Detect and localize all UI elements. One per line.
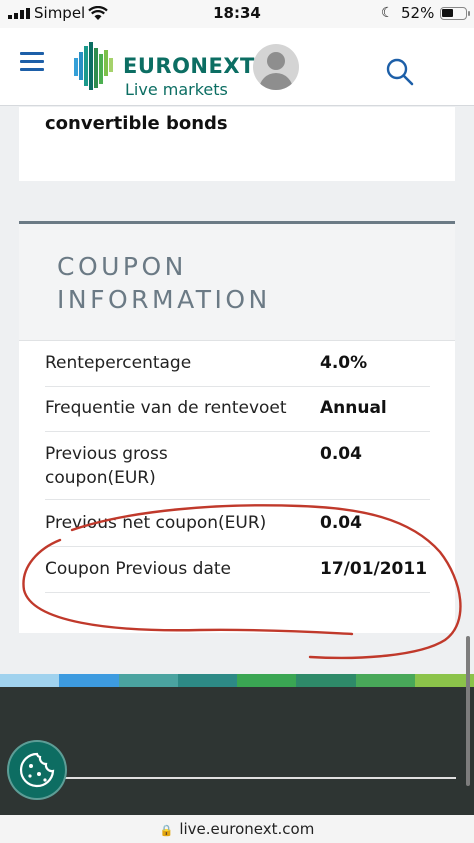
table-row: Previous net coupon(EUR) 0.04 xyxy=(45,511,430,547)
table-row: Rentepercentage 4.0% xyxy=(45,351,430,387)
section-text: convertible bonds xyxy=(45,113,228,134)
lock-icon: 🔒 xyxy=(159,824,174,837)
battery-percent: 52% xyxy=(401,4,435,22)
scrollbar[interactable] xyxy=(466,636,470,786)
divider xyxy=(62,777,456,779)
stripe-segment xyxy=(177,674,237,687)
battery-icon xyxy=(440,7,470,20)
cookie-icon[interactable] xyxy=(7,740,67,800)
card-header: COUPON INFORMATION xyxy=(19,224,455,341)
row-value: 4.0% xyxy=(320,353,368,373)
card-title: COUPON INFORMATION xyxy=(57,252,271,314)
stripe-segment xyxy=(296,674,356,687)
footer xyxy=(0,687,474,815)
browser-url-bar[interactable]: 🔒 live.euronext.com xyxy=(0,815,474,843)
row-value: 0.04 xyxy=(320,513,362,533)
status-bar: Simpel 18:34 ☾ 52% xyxy=(0,0,474,28)
search-icon[interactable] xyxy=(386,58,414,86)
stripe-segment xyxy=(118,674,178,687)
table-row: Frequentie van de rentevoet Annual xyxy=(45,396,430,432)
row-label: Coupon Previous date xyxy=(45,559,231,579)
row-value: Annual xyxy=(320,398,387,418)
row-value: 0.04 xyxy=(320,444,362,464)
row-label: Rentepercentage xyxy=(45,353,192,373)
stripe-segment xyxy=(0,674,60,687)
row-label: Frequentie van de rentevoet xyxy=(45,398,287,418)
row-value: 17/01/2011 xyxy=(320,559,428,579)
coupon-information-card: COUPON INFORMATION Rentepercentage 4.0% … xyxy=(19,221,455,633)
row-label: Previous gross coupon(EUR) xyxy=(45,444,168,488)
euronext-logo-icon[interactable] xyxy=(72,42,118,90)
stripe-segment xyxy=(237,674,297,687)
site-header: EURONEXT Live markets xyxy=(0,28,474,106)
moon-icon: ☾ xyxy=(381,5,394,21)
brand-tagline: Live markets xyxy=(125,80,228,99)
url-text: live.euronext.com xyxy=(179,820,315,838)
row-label: Previous net coupon(EUR) xyxy=(45,513,267,533)
avatar-icon[interactable] xyxy=(253,44,299,90)
table-row: Previous gross coupon(EUR) 0.04 xyxy=(45,442,430,500)
stripe-segment xyxy=(355,674,415,687)
menu-icon[interactable] xyxy=(20,52,44,71)
table-row: Coupon Previous date 17/01/2011 xyxy=(45,557,430,593)
convertible-bonds-card: convertible bonds xyxy=(19,107,455,181)
stripe-segment xyxy=(59,674,119,687)
brand-name[interactable]: EURONEXT xyxy=(123,54,255,78)
color-stripe xyxy=(0,674,474,687)
